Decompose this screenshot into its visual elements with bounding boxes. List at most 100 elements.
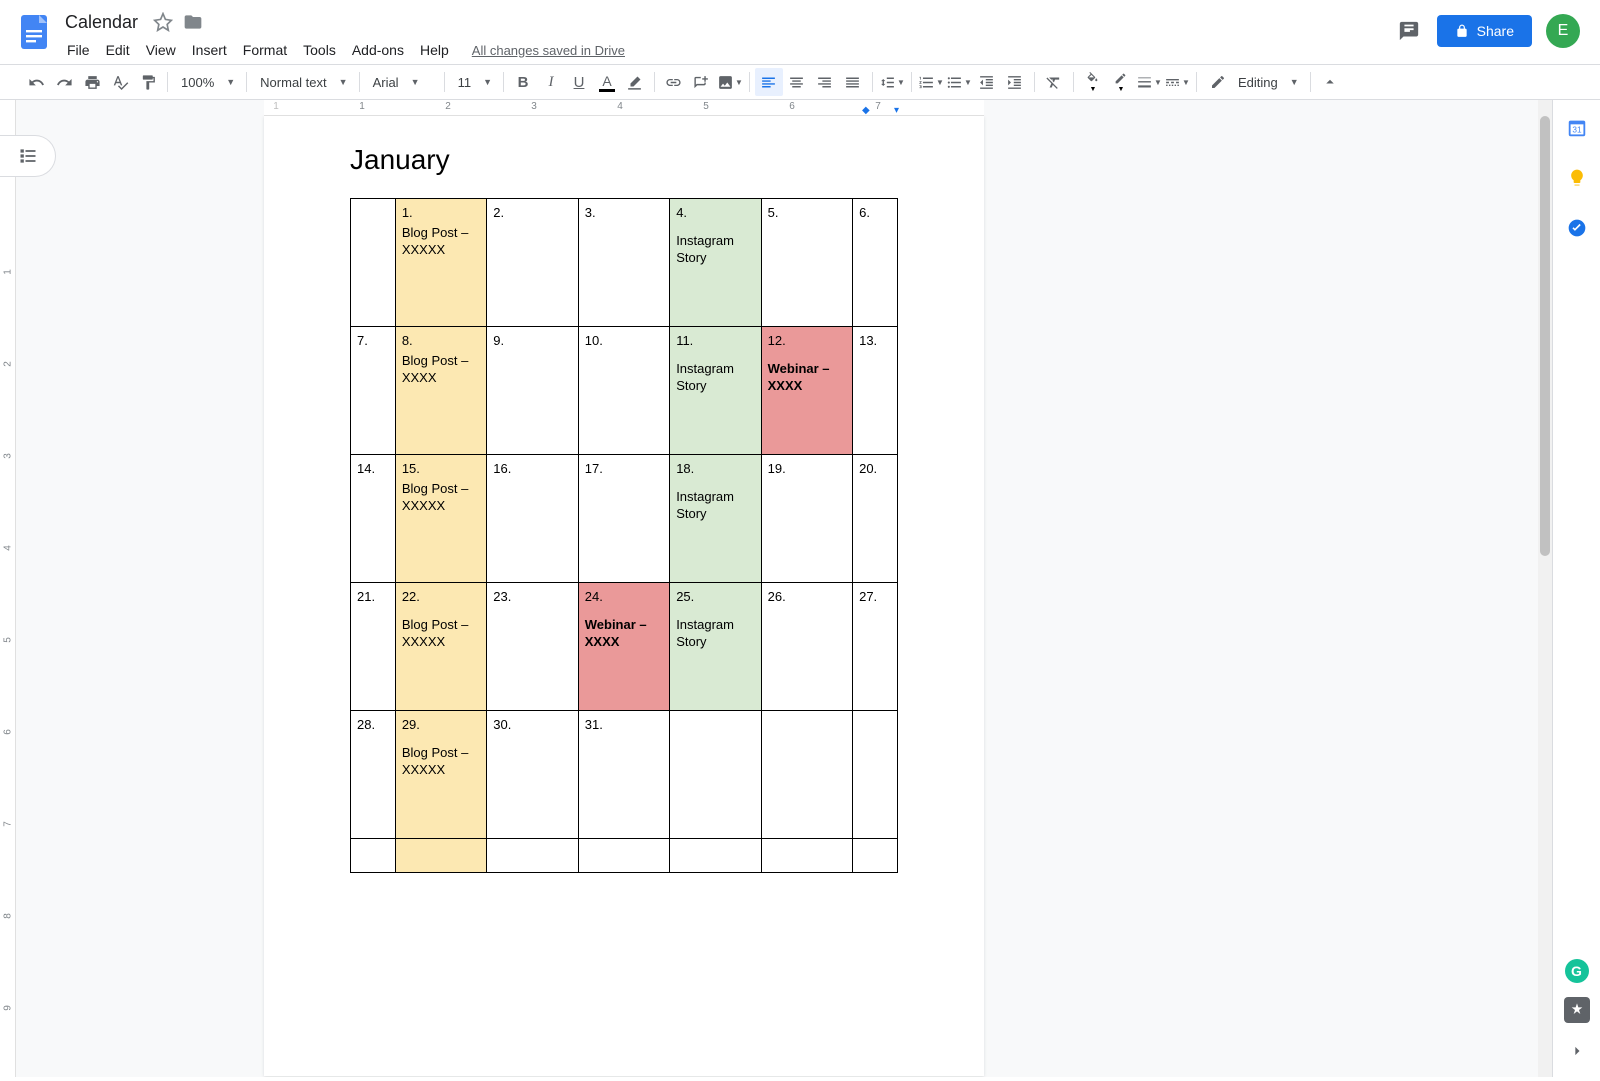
calendar-cell[interactable]: 14.	[351, 455, 396, 583]
calendar-cell[interactable]: 26.	[761, 583, 852, 711]
menu-edit[interactable]: Edit	[99, 38, 137, 62]
undo-button[interactable]	[22, 68, 50, 96]
calendar-cell[interactable]: 9.	[487, 327, 578, 455]
calendar-cell[interactable]: 31.	[578, 711, 669, 839]
border-dash-button[interactable]: ▼	[1163, 68, 1191, 96]
document-scroll[interactable]: ◆ ▾ 12345671 January 1.Blog Post – XXXXX…	[16, 100, 1552, 1077]
calendar-cell[interactable]: 13.	[853, 327, 898, 455]
calendar-cell[interactable]: 12.Webinar – XXXX	[761, 327, 852, 455]
calendar-cell[interactable]: 2.	[487, 199, 578, 327]
menu-tools[interactable]: Tools	[296, 38, 343, 62]
calendar-cell[interactable]: 20.	[853, 455, 898, 583]
calendar-cell[interactable]	[670, 839, 761, 873]
calendar-cell[interactable]	[578, 839, 669, 873]
editing-mode-select[interactable]: Editing▼	[1202, 68, 1305, 96]
calendar-cell[interactable]	[761, 711, 852, 839]
outline-tab[interactable]	[0, 135, 56, 177]
font-select[interactable]: Arial▼	[365, 68, 439, 96]
calendar-cell[interactable]: 25.Instagram Story	[670, 583, 761, 711]
calendar-addon-icon[interactable]: 31	[1565, 116, 1589, 140]
collapse-toolbar-button[interactable]	[1316, 68, 1344, 96]
font-size-select[interactable]: 11▼	[450, 68, 498, 96]
menu-file[interactable]: File	[60, 38, 97, 62]
menu-format[interactable]: Format	[236, 38, 294, 62]
calendar-cell[interactable]: 29.Blog Post – XXXXX	[395, 711, 486, 839]
calendar-cell[interactable]: 4.Instagram Story	[670, 199, 761, 327]
calendar-cell[interactable]: 18.Instagram Story	[670, 455, 761, 583]
tasks-addon-icon[interactable]	[1565, 216, 1589, 240]
zoom-select[interactable]: 100%▼	[173, 68, 241, 96]
calendar-cell[interactable]	[351, 839, 396, 873]
align-center-button[interactable]	[783, 68, 811, 96]
page[interactable]: January 1.Blog Post – XXXXX2.3.4.Instagr…	[264, 116, 984, 1076]
menu-help[interactable]: Help	[413, 38, 456, 62]
star-icon[interactable]	[153, 12, 173, 32]
heading-month[interactable]: January	[350, 144, 898, 176]
calendar-cell[interactable]	[670, 711, 761, 839]
underline-button[interactable]: U	[565, 68, 593, 96]
share-button[interactable]: Share	[1437, 15, 1532, 47]
calendar-cell[interactable]: 7.	[351, 327, 396, 455]
comments-button[interactable]	[1395, 17, 1423, 45]
calendar-cell[interactable]	[761, 839, 852, 873]
calendar-cell[interactable]: 16.	[487, 455, 578, 583]
increase-indent-button[interactable]	[1001, 68, 1029, 96]
calendar-cell[interactable]	[487, 839, 578, 873]
show-sidepanel-button[interactable]	[1563, 1037, 1591, 1065]
redo-button[interactable]	[50, 68, 78, 96]
horizontal-ruler[interactable]: ◆ ▾ 12345671	[264, 100, 984, 116]
text-color-button[interactable]: A	[593, 68, 621, 96]
keep-addon-icon[interactable]	[1565, 166, 1589, 190]
calendar-cell[interactable]: 5.	[761, 199, 852, 327]
scrollbar-thumb[interactable]	[1540, 116, 1550, 556]
account-avatar[interactable]: E	[1546, 14, 1580, 48]
calendar-cell[interactable]: 3.	[578, 199, 669, 327]
menu-insert[interactable]: Insert	[185, 38, 234, 62]
calendar-cell[interactable]: 17.	[578, 455, 669, 583]
calendar-cell[interactable]: 24.Webinar – XXXX	[578, 583, 669, 711]
calendar-cell[interactable]: 8.Blog Post – XXXX	[395, 327, 486, 455]
calendar-cell[interactable]	[351, 199, 396, 327]
move-folder-icon[interactable]	[183, 12, 203, 32]
border-color-button[interactable]: ▼	[1107, 68, 1135, 96]
border-width-button[interactable]: ▼	[1135, 68, 1163, 96]
styles-select[interactable]: Normal text▼	[252, 68, 353, 96]
spellcheck-button[interactable]	[106, 68, 134, 96]
calendar-cell[interactable]: 19.	[761, 455, 852, 583]
menu-view[interactable]: View	[139, 38, 183, 62]
calendar-cell[interactable]	[853, 711, 898, 839]
calendar-table[interactable]: 1.Blog Post – XXXXX2.3.4.Instagram Story…	[350, 198, 898, 873]
bulleted-list-button[interactable]: ▼	[945, 68, 973, 96]
line-spacing-button[interactable]: ▼	[878, 68, 906, 96]
calendar-cell[interactable]	[853, 839, 898, 873]
align-right-button[interactable]	[811, 68, 839, 96]
calendar-cell[interactable]: 1.Blog Post – XXXXX	[395, 199, 486, 327]
insert-comment-button[interactable]	[688, 68, 716, 96]
save-state[interactable]: All changes saved in Drive	[472, 43, 625, 58]
calendar-cell[interactable]: 21.	[351, 583, 396, 711]
vertical-ruler[interactable]: 123456789	[0, 100, 16, 1077]
insert-image-button[interactable]: ▼	[716, 68, 744, 96]
docs-logo[interactable]	[14, 12, 54, 52]
align-left-button[interactable]	[755, 68, 783, 96]
scrollbar[interactable]	[1538, 100, 1552, 1077]
calendar-cell[interactable]: 23.	[487, 583, 578, 711]
numbered-list-button[interactable]: ▼	[917, 68, 945, 96]
calendar-cell[interactable]: 22.Blog Post – XXXXX	[395, 583, 486, 711]
calendar-cell[interactable]: 11.Instagram Story	[670, 327, 761, 455]
calendar-cell[interactable]: 27.	[853, 583, 898, 711]
insert-link-button[interactable]	[660, 68, 688, 96]
bold-button[interactable]: B	[509, 68, 537, 96]
cell-fill-button[interactable]: ▼	[1079, 68, 1107, 96]
menu-addons[interactable]: Add-ons	[345, 38, 411, 62]
calendar-cell[interactable]: 30.	[487, 711, 578, 839]
calendar-cell[interactable]: 15.Blog Post – XXXXX	[395, 455, 486, 583]
calendar-cell[interactable]	[395, 839, 486, 873]
decrease-indent-button[interactable]	[973, 68, 1001, 96]
italic-button[interactable]: I	[537, 68, 565, 96]
explore-button[interactable]	[1564, 997, 1590, 1023]
align-justify-button[interactable]	[839, 68, 867, 96]
paint-format-button[interactable]	[134, 68, 162, 96]
calendar-cell[interactable]: 6.	[853, 199, 898, 327]
clear-formatting-button[interactable]	[1040, 68, 1068, 96]
